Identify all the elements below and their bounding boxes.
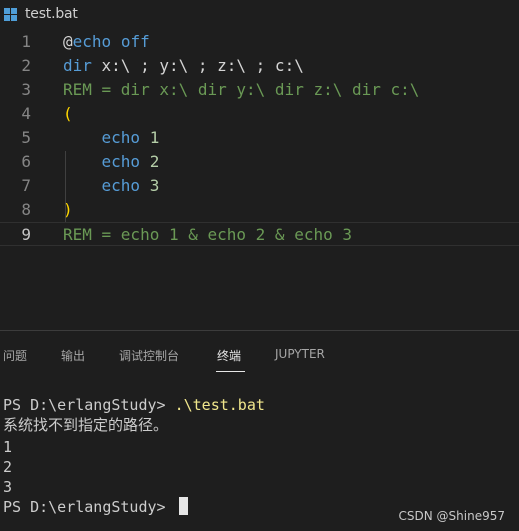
active-tab-indicator <box>216 371 245 372</box>
code-token: echo <box>101 176 141 195</box>
windows-batch-icon <box>4 8 18 22</box>
code-line[interactable]: 2 dir x:\ ; y:\ ; z:\ ; c:\ <box>0 54 519 78</box>
line-number: 2 <box>21 56 31 75</box>
terminal-prompt: PS D:\erlangStudy> <box>3 396 175 414</box>
code-token: @ <box>63 32 73 51</box>
code-token: ( <box>63 104 73 123</box>
bottom-panel: 问题 输出 调试控制台 终端 JUPYTER PS D:\erlangStudy… <box>0 330 519 531</box>
line-number: 8 <box>21 200 31 219</box>
terminal-line-command: PS D:\erlangStudy> .\test.bat <box>3 395 265 415</box>
line-number: 7 <box>21 176 31 195</box>
line-number: 4 <box>21 104 31 123</box>
code-text: @echo off <box>63 30 150 54</box>
code-text: echo 2 <box>63 150 160 174</box>
terminal-prompt: PS D:\erlangStudy> <box>3 498 175 516</box>
code-line[interactable]: 3 REM = dir x:\ dir y:\ dir z:\ dir c:\ <box>0 78 519 102</box>
code-token: echo <box>72 32 112 51</box>
terminal-output-line: 2 <box>3 458 13 476</box>
code-token: echo <box>101 128 141 147</box>
code-token: REM = echo 1 & echo 2 & echo 3 <box>63 225 352 244</box>
code-text: REM = dir x:\ dir y:\ dir z:\ dir c:\ <box>63 78 419 102</box>
tab-jupyter[interactable]: JUPYTER <box>275 347 325 361</box>
terminal-error-line: 系统找不到指定的路径。 <box>3 416 169 434</box>
code-text: dir x:\ ; y:\ ; z:\ ; c:\ <box>63 54 304 78</box>
terminal-cursor <box>178 497 188 515</box>
code-line[interactable]: 9 REM = echo 1 & echo 2 & echo 3 <box>0 222 519 246</box>
code-token: REM = dir x:\ dir y:\ dir z:\ dir c:\ <box>63 80 420 99</box>
code-line[interactable]: 5 echo 1 <box>0 126 519 150</box>
line-number: 6 <box>21 152 31 171</box>
code-token: 1 <box>149 128 160 147</box>
tab-title: test.bat <box>25 6 78 22</box>
editor-tab-bar: test.bat <box>0 0 519 31</box>
code-line[interactable]: 4( <box>0 102 519 126</box>
code-line[interactable]: 8) <box>0 198 519 222</box>
code-token: 2 <box>149 152 160 171</box>
tab-terminal[interactable]: 终端 <box>217 347 241 364</box>
line-number: 5 <box>21 128 31 147</box>
tab-debug-console[interactable]: 调试控制台 <box>119 347 179 364</box>
line-number: 1 <box>21 32 31 51</box>
code-text: echo 1 <box>63 126 160 150</box>
terminal-output-line: 1 <box>3 438 13 456</box>
code-line[interactable]: 7 echo 3 <box>0 174 519 198</box>
code-token: off <box>120 32 150 51</box>
code-text: REM = echo 1 & echo 2 & echo 3 <box>63 223 352 247</box>
tab-output[interactable]: 输出 <box>61 347 85 364</box>
terminal-command: .\test.bat <box>174 396 265 414</box>
code-text: echo 3 <box>63 174 160 198</box>
line-number: 9 <box>21 225 31 244</box>
code-line[interactable]: 1 @echo off <box>0 30 519 54</box>
terminal-output-line: 3 <box>3 478 13 496</box>
code-token: ) <box>63 200 73 219</box>
code-token: dir <box>63 56 92 75</box>
panel-tab-bar: 问题 输出 调试控制台 终端 JUPYTER <box>0 331 519 379</box>
line-number: 3 <box>21 80 31 99</box>
tab-test-bat[interactable]: test.bat <box>0 0 120 31</box>
code-token: x:\ ; y:\ ; z:\ ; c:\ <box>91 56 304 75</box>
code-line[interactable]: 6 echo 2 <box>0 150 519 174</box>
watermark: CSDN @Shine957 <box>398 509 505 523</box>
code-text: ) <box>63 198 73 222</box>
tab-problems[interactable]: 问题 <box>3 347 27 364</box>
code-text: ( <box>63 102 73 126</box>
code-editor[interactable]: 1 @echo off 2 dir x:\ ; y:\ ; z:\ ; c:\ 3 REM… <box>0 31 519 331</box>
code-token: 3 <box>149 176 160 195</box>
code-token: echo <box>101 152 141 171</box>
terminal-line-prompt: PS D:\erlangStudy> <box>3 497 188 517</box>
